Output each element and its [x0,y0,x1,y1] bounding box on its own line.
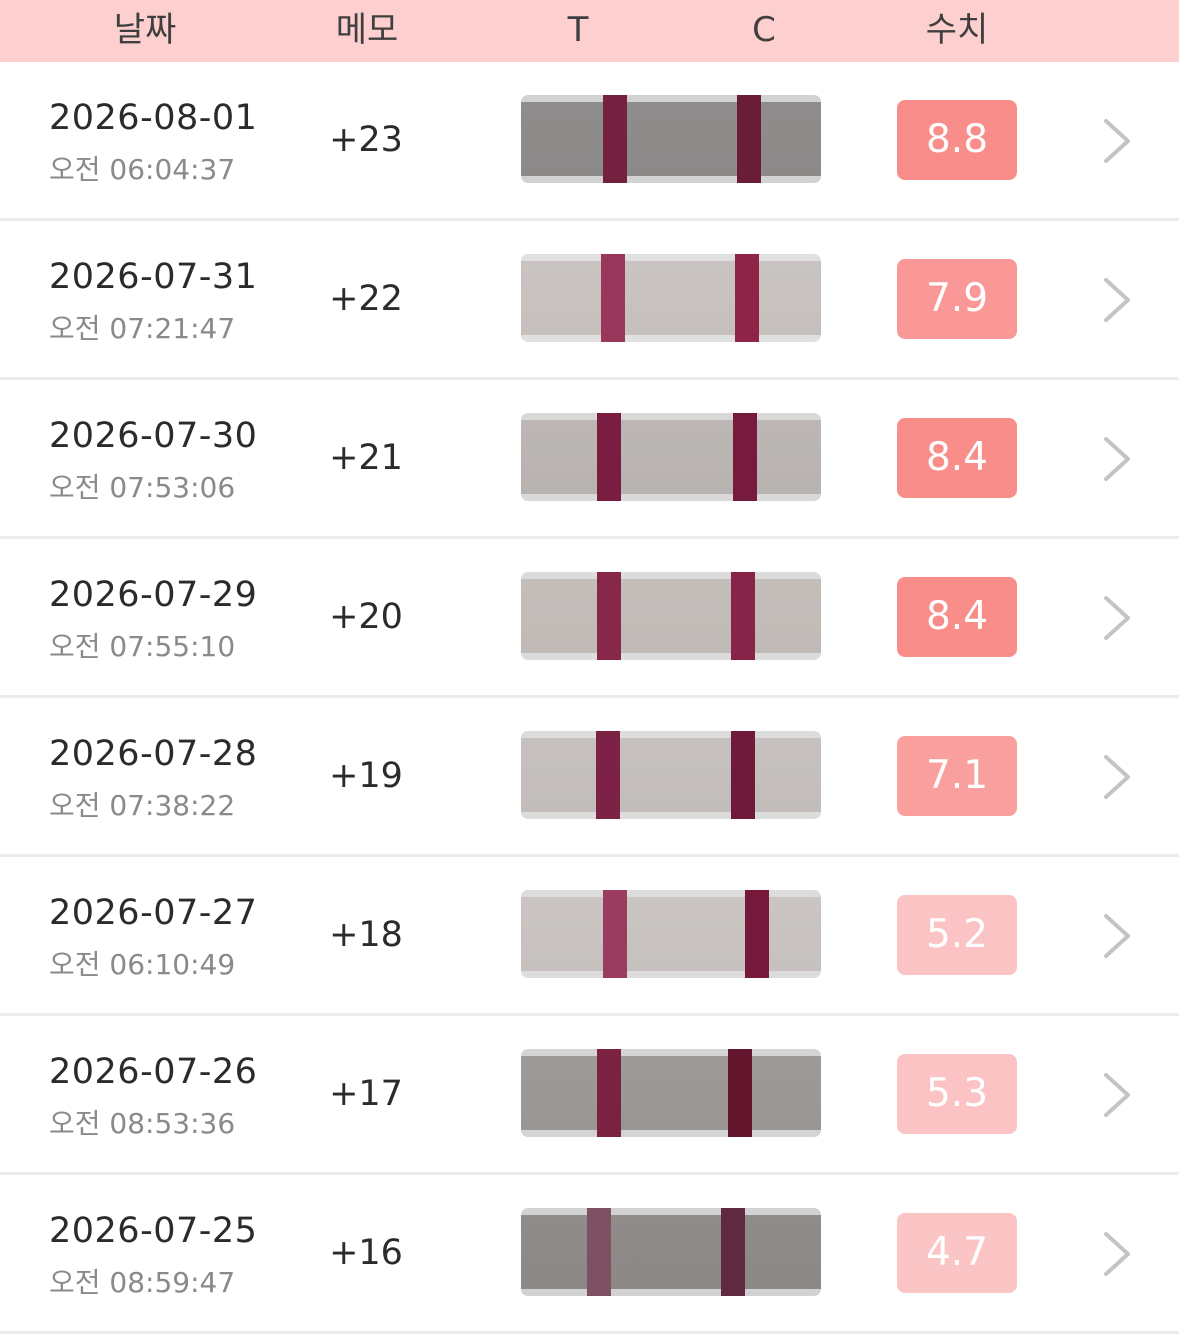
row-date: 2026-07-27 [49,893,258,933]
value-badge: 8.4 [897,577,1017,657]
row-time: 오전 08:53:36 [49,1107,236,1140]
header-memo: 메모 [335,10,399,50]
row-time: 오전 07:21:47 [49,312,236,345]
test-strip-image [521,1049,821,1137]
t-line-band [603,890,627,978]
list-item[interactable]: 2026-07-30 오전 07:53:06 +21 8.4 [0,380,1179,539]
value-badge: 7.9 [897,259,1017,339]
row-date: 2026-07-25 [49,1211,258,1251]
list-item[interactable]: 2026-07-31 오전 07:21:47 +22 7.9 [0,221,1179,380]
row-memo: +17 [329,1074,403,1114]
t-line-band [601,254,625,342]
row-memo: +23 [329,120,403,160]
c-line-band [733,413,757,501]
header-t-line: T [567,10,589,50]
value-badge: 4.7 [897,1213,1017,1293]
value-badge: 8.8 [897,100,1017,180]
t-line-band [597,413,621,501]
row-time: 오전 07:38:22 [49,789,236,822]
row-memo: +21 [329,438,403,478]
chevron-right-icon[interactable] [1094,118,1138,164]
c-line-band [745,890,769,978]
table-header: 날짜 메모 T C 수치 [0,0,1179,62]
chevron-right-icon[interactable] [1094,1231,1138,1277]
row-memo: +19 [329,756,403,796]
row-time: 오전 06:04:37 [49,153,236,186]
row-time: 오전 08:59:47 [49,1266,236,1299]
header-date: 날짜 [113,10,177,50]
list-item[interactable]: 2026-07-27 오전 06:10:49 +18 5.2 [0,857,1179,1016]
row-date: 2026-08-01 [49,98,258,138]
row-date: 2026-07-26 [49,1052,258,1092]
value-badge: 8.4 [897,418,1017,498]
list-item[interactable]: 2026-07-29 오전 07:55:10 +20 8.4 [0,539,1179,698]
c-line-band [731,572,755,660]
t-line-band [597,1049,621,1137]
list-item[interactable]: 2026-07-26 오전 08:53:36 +17 5.3 [0,1016,1179,1175]
t-line-band [596,731,620,819]
chevron-right-icon[interactable] [1094,277,1138,323]
row-date: 2026-07-29 [49,575,258,615]
header-value: 수치 [925,10,989,50]
row-memo: +16 [329,1233,403,1273]
t-line-band [603,95,627,183]
t-line-band [587,1208,611,1296]
t-line-band [597,572,621,660]
chevron-right-icon[interactable] [1094,436,1138,482]
row-date: 2026-07-30 [49,416,258,456]
row-date: 2026-07-31 [49,257,258,297]
list-item[interactable]: 2026-07-28 오전 07:38:22 +19 7.1 [0,698,1179,857]
list-item[interactable]: 2026-07-25 오전 08:59:47 +16 4.7 [0,1175,1179,1334]
c-line-band [737,95,761,183]
chevron-right-icon[interactable] [1094,1072,1138,1118]
chevron-right-icon[interactable] [1094,595,1138,641]
test-list: 2026-08-01 오전 06:04:37 +23 8.8 2026-07-3… [0,62,1179,1334]
test-strip-image [521,254,821,342]
test-strip-image [521,413,821,501]
test-strip-image [521,1208,821,1296]
c-line-band [735,254,759,342]
c-line-band [731,731,755,819]
chevron-right-icon[interactable] [1094,754,1138,800]
value-badge: 5.3 [897,1054,1017,1134]
row-time: 오전 06:10:49 [49,948,236,981]
c-line-band [728,1049,752,1137]
test-strip-image [521,95,821,183]
header-c-line: C [752,10,776,50]
row-memo: +18 [329,915,403,955]
test-strip-image [521,572,821,660]
test-strip-image [521,731,821,819]
row-time: 오전 07:55:10 [49,630,236,663]
row-memo: +22 [329,279,403,319]
row-memo: +20 [329,597,403,637]
value-badge: 5.2 [897,895,1017,975]
row-time: 오전 07:53:06 [49,471,236,504]
c-line-band [721,1208,745,1296]
chevron-right-icon[interactable] [1094,913,1138,959]
test-strip-image [521,890,821,978]
value-badge: 7.1 [897,736,1017,816]
row-date: 2026-07-28 [49,734,258,774]
list-item[interactable]: 2026-08-01 오전 06:04:37 +23 8.8 [0,62,1179,221]
